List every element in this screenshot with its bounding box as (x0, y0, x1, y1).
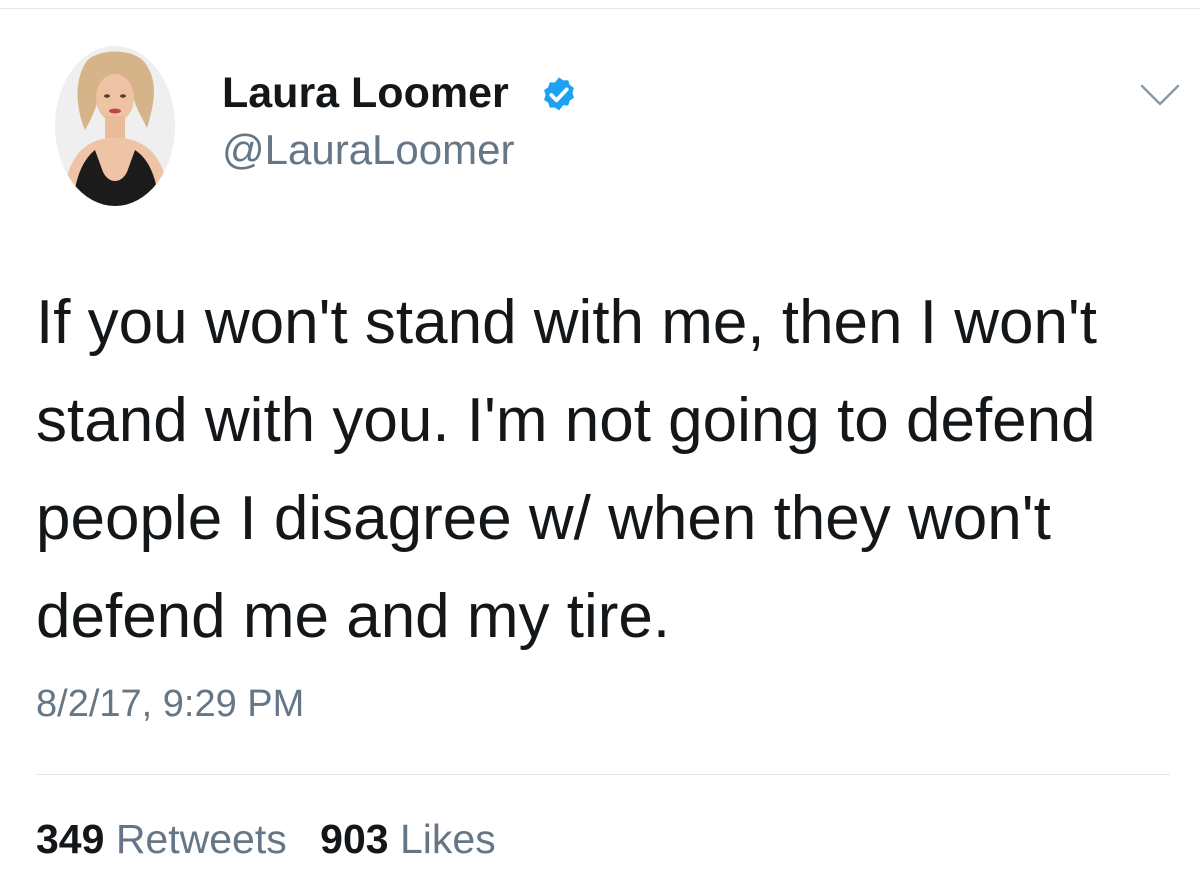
top-divider (0, 8, 1200, 9)
stats-divider (36, 774, 1170, 775)
retweets-count: 349 (36, 816, 105, 862)
likes-count: 903 (320, 816, 389, 862)
avatar-photo (55, 46, 175, 206)
tweet-timestamp[interactable]: 8/2/17, 9:29 PM (36, 680, 304, 728)
retweets-stat[interactable]: 349 Retweets (36, 814, 287, 864)
author-display-name[interactable]: Laura Loomer (222, 66, 509, 120)
tweet-stats: 349 Retweets 903 Likes (36, 814, 518, 864)
likes-stat[interactable]: 903 Likes (320, 814, 496, 864)
tweet-text: If you won't stand with me, then I won't… (36, 288, 1097, 651)
author-handle[interactable]: @LauraLoomer (222, 124, 514, 176)
retweets-label: Retweets (115, 816, 287, 862)
avatar[interactable] (55, 46, 175, 206)
chevron-down-icon[interactable] (1138, 80, 1182, 110)
verified-badge-icon (538, 73, 580, 115)
likes-label: Likes (399, 816, 496, 862)
